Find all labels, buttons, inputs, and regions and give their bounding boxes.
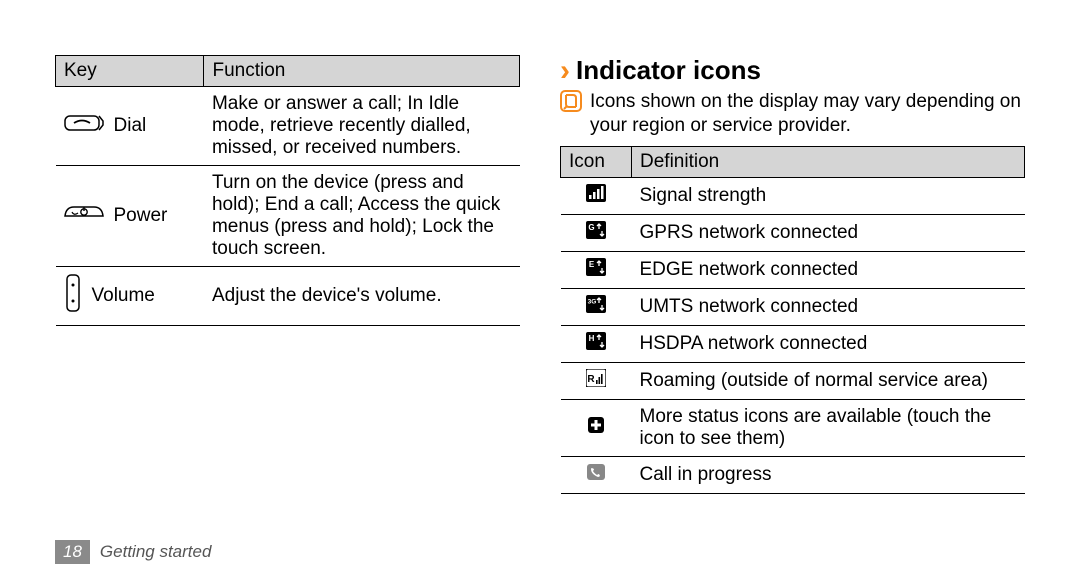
svg-text:G: G bbox=[588, 223, 594, 232]
table-row: More status icons are available (touch t… bbox=[561, 399, 1025, 456]
table-row: Dial Make or answer a call; In Idle mode… bbox=[56, 87, 520, 166]
function-text: Make or answer a call; In Idle mode, ret… bbox=[204, 87, 520, 166]
caret-icon: › bbox=[560, 56, 570, 86]
table-row: Power Turn on the device (press and hold… bbox=[56, 166, 520, 267]
definition-text: EDGE network connected bbox=[632, 251, 1025, 288]
heading-title: Indicator icons bbox=[576, 55, 761, 86]
definition-header: Definition bbox=[632, 146, 1025, 177]
note-text: Icons shown on the display may vary depe… bbox=[590, 90, 1025, 138]
table-row: Call in progress bbox=[561, 456, 1025, 493]
table-row: Signal strength bbox=[561, 177, 1025, 214]
more-status-icon bbox=[586, 416, 606, 440]
function-text: Turn on the device (press and hold); End… bbox=[204, 166, 520, 267]
table-row: H HSDPA network connected bbox=[561, 325, 1025, 362]
roaming-icon: R bbox=[586, 369, 606, 393]
definition-text: Call in progress bbox=[632, 456, 1025, 493]
page-number: 18 bbox=[55, 540, 90, 564]
table-row: 3G UMTS network connected bbox=[561, 288, 1025, 325]
section-name: Getting started bbox=[100, 542, 212, 562]
key-function-table: Key Function Dial Make or answer a call;… bbox=[55, 55, 520, 326]
call-progress-icon bbox=[586, 463, 606, 487]
definition-text: Roaming (outside of normal service area) bbox=[632, 362, 1025, 399]
definition-text: GPRS network connected bbox=[632, 214, 1025, 251]
table-row: E EDGE network connected bbox=[561, 251, 1025, 288]
dial-key-icon bbox=[64, 112, 104, 140]
definition-text: UMTS network connected bbox=[632, 288, 1025, 325]
icon-definition-table: Icon Definition Signal strength G GPRS n… bbox=[560, 146, 1025, 494]
power-key-icon bbox=[64, 202, 104, 230]
function-text: Adjust the device's volume. bbox=[204, 267, 520, 326]
umts-icon: 3G bbox=[586, 295, 606, 319]
gprs-icon: G bbox=[586, 221, 606, 245]
hsdpa-icon: H bbox=[586, 332, 606, 356]
table-row: Volume Adjust the device's volume. bbox=[56, 267, 520, 326]
edge-icon: E bbox=[586, 258, 606, 282]
definition-text: More status icons are available (touch t… bbox=[632, 399, 1025, 456]
key-label: Power bbox=[114, 205, 168, 227]
table-row: R Roaming (outside of normal service are… bbox=[561, 362, 1025, 399]
page-footer: 18 Getting started bbox=[55, 540, 211, 564]
icon-header: Icon bbox=[561, 146, 632, 177]
key-label: Dial bbox=[114, 115, 147, 137]
signal-icon bbox=[586, 184, 606, 208]
svg-text:E: E bbox=[589, 260, 595, 269]
section-heading: › Indicator icons bbox=[560, 55, 1025, 86]
table-row: G GPRS network connected bbox=[561, 214, 1025, 251]
volume-key-icon bbox=[64, 273, 82, 319]
svg-text:H: H bbox=[589, 334, 595, 343]
svg-text:R: R bbox=[587, 374, 595, 385]
function-header: Function bbox=[204, 56, 520, 87]
svg-text:3G: 3G bbox=[588, 298, 597, 305]
definition-text: Signal strength bbox=[632, 177, 1025, 214]
key-label: Volume bbox=[92, 285, 155, 307]
definition-text: HSDPA network connected bbox=[632, 325, 1025, 362]
note: Icons shown on the display may vary depe… bbox=[560, 90, 1025, 138]
key-header: Key bbox=[56, 56, 204, 87]
note-icon bbox=[560, 90, 582, 112]
